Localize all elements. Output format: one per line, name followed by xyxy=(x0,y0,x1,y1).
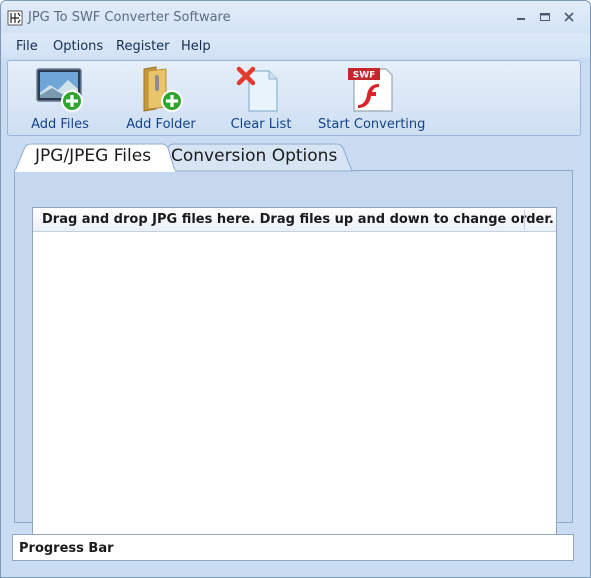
tab-control: Drag and drop JPG files here. Drag files… xyxy=(12,142,575,542)
add-files-label: Add Files xyxy=(31,117,89,132)
clear-list-label: Clear List xyxy=(230,117,292,132)
swf-flash-icon: SWF xyxy=(348,68,393,112)
toolbar: Add Files Add Folder Clear List SWF Star… xyxy=(7,60,581,136)
menu-options[interactable]: Options xyxy=(53,39,103,54)
tab-conversion-options-label: Conversion Options xyxy=(171,146,338,166)
maximize-icon[interactable] xyxy=(536,9,554,25)
close-icon[interactable] xyxy=(560,9,578,25)
start-converting-button[interactable]: SWF Start Converting xyxy=(318,63,426,135)
app-window: JPG To SWF Converter Software File Optio… xyxy=(0,0,591,578)
column-divider[interactable] xyxy=(524,210,525,230)
title-bar[interactable]: JPG To SWF Converter Software xyxy=(1,1,590,34)
tab-conversion-options[interactable]: Conversion Options xyxy=(167,142,352,172)
clear-list-icon xyxy=(236,66,278,112)
clear-list-button[interactable]: Clear List xyxy=(222,63,300,135)
svg-text:SWF: SWF xyxy=(353,71,376,81)
add-folder-label: Add Folder xyxy=(126,117,196,132)
add-files-button[interactable]: Add Files xyxy=(20,63,100,135)
file-list[interactable]: Drag and drop JPG files here. Drag files… xyxy=(32,207,557,542)
tab-jpg-files[interactable]: JPG/JPEG Files xyxy=(15,142,172,172)
add-image-icon xyxy=(36,68,83,112)
menu-help[interactable]: Help xyxy=(181,39,211,54)
menu-bar: File Options Register Help xyxy=(1,34,590,58)
menu-register[interactable]: Register xyxy=(116,39,170,54)
add-folder-icon xyxy=(143,66,183,112)
app-logo-icon xyxy=(7,10,23,26)
minimize-icon[interactable] xyxy=(512,9,530,25)
progress-bar: Progress Bar xyxy=(12,534,574,561)
file-list-header-text: Drag and drop JPG files here. Drag files… xyxy=(42,212,554,227)
file-list-header[interactable]: Drag and drop JPG files here. Drag files… xyxy=(33,208,556,232)
add-folder-button[interactable]: Add Folder xyxy=(116,63,206,135)
start-converting-label: Start Converting xyxy=(318,117,426,132)
tab-panel-jpg-files: Drag and drop JPG files here. Drag files… xyxy=(14,170,573,542)
tab-jpg-files-label: JPG/JPEG Files xyxy=(35,146,152,166)
tab-strip: JPG/JPEG Files Conversion Options xyxy=(12,142,575,172)
menu-file[interactable]: File xyxy=(16,39,38,54)
window-title: JPG To SWF Converter Software xyxy=(28,10,231,25)
progress-bar-label: Progress Bar xyxy=(19,541,114,556)
